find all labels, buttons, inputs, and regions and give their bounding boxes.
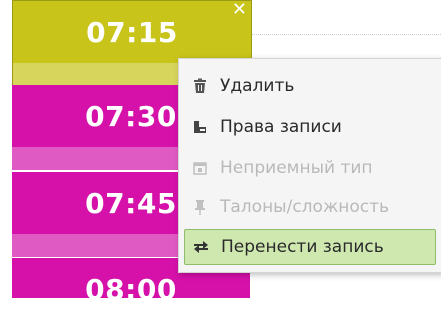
menu-item-non-reception-type[interactable]: Неприемный тип xyxy=(184,151,434,185)
calendar-icon xyxy=(184,160,216,176)
menu-item-label: Права записи xyxy=(220,117,342,137)
menu-item-label: Талоны/сложность xyxy=(220,197,390,217)
grid-line xyxy=(250,34,441,35)
menu-item-label: Неприемный тип xyxy=(220,158,373,178)
trash-icon xyxy=(184,78,216,94)
menu-item-label: Перенести запись xyxy=(221,237,384,257)
close-icon[interactable]: ✕ xyxy=(232,0,247,20)
menu-item-tickets-complexity[interactable]: Талоны/сложность xyxy=(184,190,434,224)
context-menu: Удалить Права записи Неприемный тип Тало… xyxy=(178,58,441,273)
menu-item-permissions[interactable]: Права записи xyxy=(184,110,434,144)
menu-item-move-record[interactable]: Перенести запись xyxy=(184,229,436,265)
permission-icon xyxy=(184,119,216,135)
menu-item-delete[interactable]: Удалить xyxy=(184,69,434,103)
pin-icon xyxy=(184,199,216,215)
slot-time: 07:15 xyxy=(86,15,178,49)
move-icon xyxy=(185,239,217,255)
menu-item-label: Удалить xyxy=(220,76,295,96)
